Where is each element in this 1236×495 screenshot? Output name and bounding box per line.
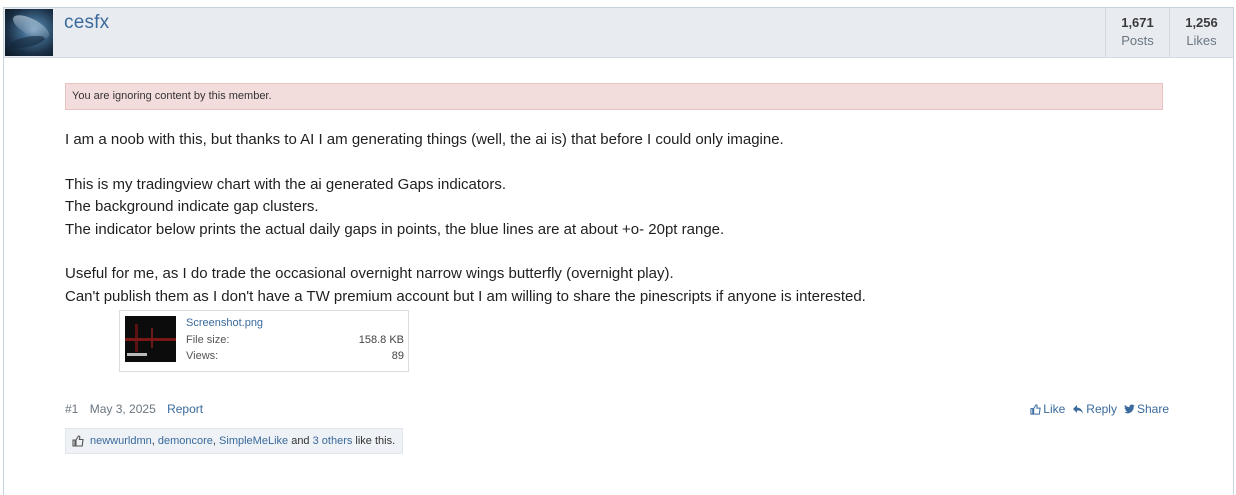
like-button[interactable]: Like [1030,402,1065,416]
message-line: Useful for me, as I do trade the occasio… [65,265,674,282]
posts-count: 1,671 [1121,15,1154,30]
likes-label: Likes [1186,33,1217,48]
likes-summary: newwurldmn, demoncore, SimpleMeLike and … [65,428,404,454]
posts-stat: 1,671 Posts [1105,8,1169,57]
file-size-value: 158.8 KB [358,334,404,346]
liker-link[interactable]: newwurldmn [90,435,152,447]
message-line: This is my tradingview chart with the ai… [65,176,507,193]
thumbs-up-icon [1030,403,1041,415]
file-size-label: File size: [186,334,230,346]
like-label: Like [1043,402,1066,416]
attachment-filename[interactable]: Screenshot.png [186,317,263,329]
like-suffix-text: like this. [352,435,396,447]
post-number-link[interactable]: #1 [65,402,78,416]
and-text: and [288,435,313,447]
share-label: Share [1136,402,1169,416]
post-container: cesfx 1,671 Posts 1,256 Likes [3,7,1234,495]
username-link[interactable]: cesfx [64,12,109,34]
ignored-notice: You are ignoring content by this member. [65,83,1163,110]
user-header: cesfx 1,671 Posts 1,256 Likes [4,8,1233,58]
reply-icon [1073,404,1084,414]
reply-button[interactable]: Reply [1072,402,1117,416]
message-line: I am a noob with this, but thanks to AI … [65,131,784,148]
attachment-size-row: File size: 158.8 KB [186,334,404,346]
thumbs-up-icon [72,435,84,447]
liker-link[interactable]: SimpleMeLike [219,435,288,447]
others-link[interactable]: 3 others [313,435,353,447]
views-value: 89 [391,350,404,362]
post-date[interactable]: May 3, 2025 [90,402,156,416]
liker-link[interactable]: demoncore [158,435,213,447]
post-actions: Like Reply Share [1030,402,1169,416]
views-label: Views: [186,350,219,362]
posts-label: Posts [1121,33,1154,48]
reply-label: Reply [1086,402,1117,416]
share-button[interactable]: Share [1123,402,1169,416]
message-line: The indicator below prints the actual da… [65,221,725,238]
user-stats: 1,671 Posts 1,256 Likes [1105,8,1233,57]
likes-count: 1,256 [1185,15,1218,30]
message-line: The background indicate gap clusters. [65,198,319,215]
attachment-views-row: Views: 89 [186,350,404,362]
likes-stat: 1,256 Likes [1169,8,1233,57]
attachment-card: Screenshot.png File size: 158.8 KB Views… [119,310,409,372]
attachment-thumbnail[interactable] [125,316,176,362]
twitter-icon [1123,404,1135,414]
report-link[interactable]: Report [167,402,203,416]
message-line: Can't publish them as I don't have a TW … [65,288,866,305]
avatar[interactable] [5,9,53,56]
post-meta: #1 May 3, 2025 Report [65,402,211,416]
